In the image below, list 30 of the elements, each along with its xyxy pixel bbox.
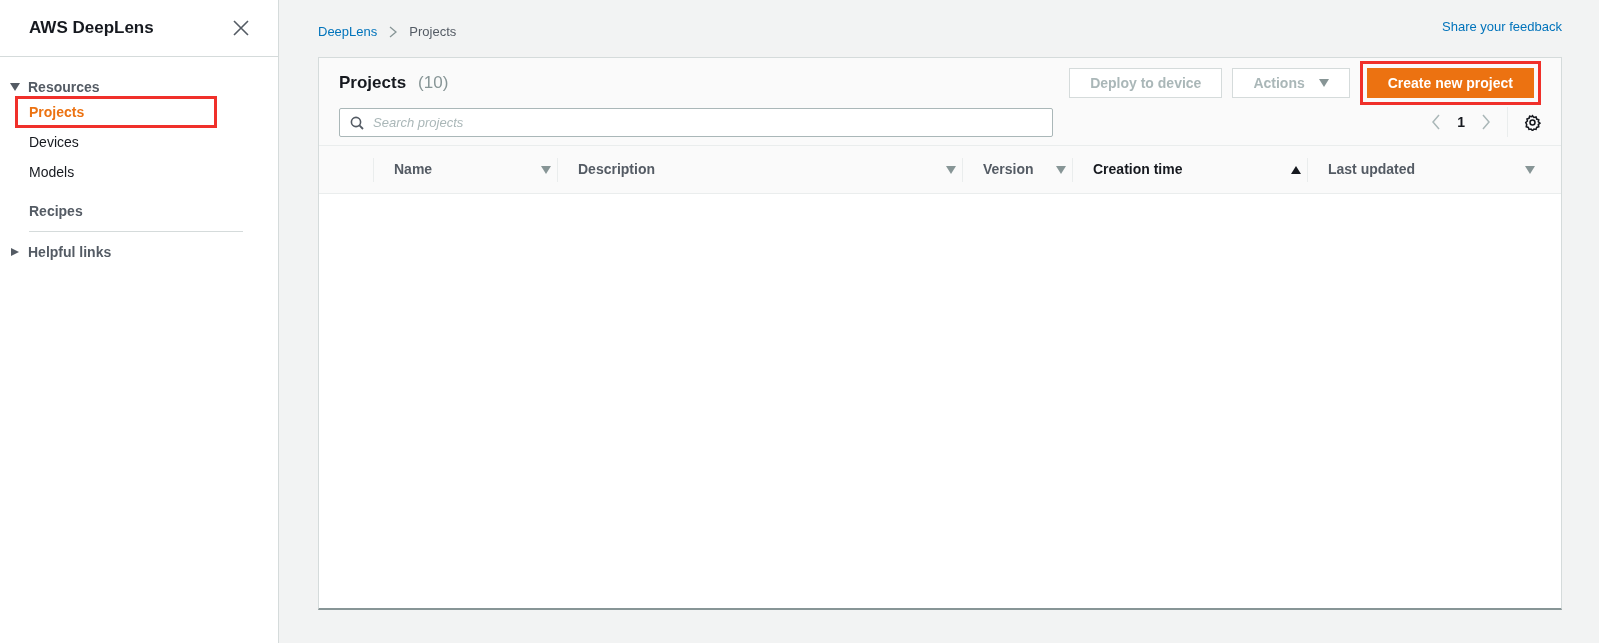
sidebar-title: AWS DeepLens — [29, 17, 154, 40]
sort-icon — [1056, 165, 1066, 174]
search-icon — [350, 115, 364, 130]
column-header[interactable]: Version — [962, 157, 1072, 182]
page-number[interactable]: 1 — [1457, 111, 1465, 133]
column-header[interactable]: Creation time — [1072, 157, 1307, 182]
nav-item[interactable]: Models — [29, 161, 75, 183]
column-header[interactable]: Name — [373, 157, 557, 182]
settings-icon[interactable] — [1524, 113, 1541, 131]
section-toggle[interactable]: Helpful links — [10, 237, 112, 267]
breadcrumb-current: Projects — [409, 22, 457, 41]
section-toggle[interactable]: Resources — [10, 77, 100, 97]
nav-item[interactable]: Devices — [29, 131, 79, 153]
caret-icon — [1318, 79, 1329, 87]
nav-item[interactable]: Recipes — [29, 200, 83, 222]
breadcrumb-link[interactable]: DeepLens — [318, 21, 378, 42]
caret-icon — [10, 248, 20, 256]
feedback-link[interactable]: Share your feedback — [1442, 17, 1562, 37]
sort-icon — [541, 165, 551, 174]
panel-title: Projects — [339, 72, 407, 95]
column-header[interactable]: Description — [557, 157, 962, 182]
chevron-right-icon — [389, 25, 398, 38]
caret-icon — [10, 83, 20, 91]
sort-ascending-icon — [1291, 165, 1301, 174]
project-count: (10) — [418, 72, 449, 95]
sort-icon — [1525, 165, 1535, 174]
close-icon[interactable] — [233, 20, 249, 36]
search-field[interactable]: Search projects — [339, 107, 1053, 137]
sort-icon — [946, 165, 956, 174]
column-header[interactable]: Last updated — [1307, 157, 1541, 182]
